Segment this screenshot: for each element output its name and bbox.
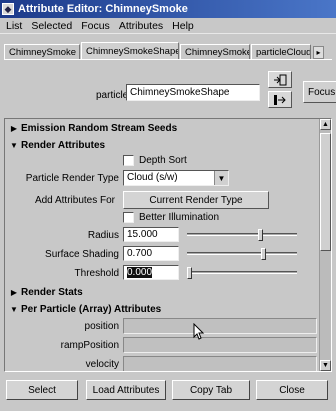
better-illumination-label: Better Illumination (139, 212, 220, 223)
select-button[interactable]: Select (6, 380, 78, 400)
position-label: position (84, 321, 119, 332)
menu-attributes[interactable]: Attributes (119, 20, 163, 32)
tab-chimneysmokeshape[interactable]: ChimneySmokeShape (81, 42, 179, 59)
radius-slider-thumb[interactable] (258, 229, 264, 241)
menu-selected[interactable]: Selected (31, 20, 72, 32)
threshold-label: Threshold (74, 268, 119, 279)
collapse-arrow-icon[interactable]: ▼ (7, 305, 21, 314)
menu-focus[interactable]: Focus (81, 20, 110, 32)
section-render-attributes[interactable]: ▼ Render Attributes (7, 138, 319, 153)
window-title: Attribute Editor: ChimneySmoke (18, 3, 188, 15)
velocity-label: velocity (85, 359, 119, 370)
chevron-down-icon: ▼ (214, 171, 228, 185)
menu-help[interactable]: Help (172, 20, 194, 32)
radius-label: Radius (87, 230, 119, 241)
section-emission-random-stream-seeds[interactable]: ▶ Emission Random Stream Seeds (7, 121, 319, 136)
expand-arrow-icon[interactable]: ▶ (7, 124, 21, 133)
surface-shading-field[interactable]: 0.700 (123, 246, 179, 261)
surface-shading-slider-thumb[interactable] (260, 248, 266, 260)
particle-render-type-label: Particle Render Type (25, 173, 119, 184)
section-title: Render Stats (21, 287, 83, 298)
scroll-up-icon[interactable]: ▲ (320, 119, 331, 130)
section-title: Render Attributes (21, 140, 106, 151)
section-render-stats[interactable]: ▶ Render Stats (7, 285, 319, 300)
scrollbar-thumb[interactable] (320, 133, 331, 251)
load-attributes-button[interactable]: Load Attributes (86, 380, 166, 400)
radius-field[interactable]: 15.000 (123, 227, 179, 242)
ramp-position-label: rampPosition (60, 340, 119, 351)
tab-particlecloud[interactable]: particleCloud (251, 44, 311, 59)
menu-list[interactable]: List (6, 20, 22, 32)
ramp-position-field[interactable] (123, 337, 317, 353)
close-button[interactable]: Close (256, 380, 328, 400)
node-tabs: ChimneySmoke ChimneySmokeShape ChimneySm… (4, 42, 332, 59)
threshold-field[interactable]: 0.000 (123, 265, 179, 280)
collapse-arrow-icon[interactable]: ▼ (7, 141, 21, 150)
depth-sort-checkbox[interactable] (123, 155, 134, 166)
load-node-icon[interactable] (268, 71, 292, 88)
expand-arrow-icon[interactable]: ▶ (7, 288, 21, 297)
menu-bar: List Selected Focus Attributes Help (0, 18, 336, 34)
title-bar: ◆ Attribute Editor: ChimneySmoke (0, 0, 336, 18)
section-per-particle-attributes[interactable]: ▼ Per Particle (Array) Attributes (7, 302, 319, 317)
copy-tab-button[interactable]: Copy Tab (172, 380, 250, 400)
section-title: Emission Random Stream Seeds (21, 123, 178, 134)
app-icon: ◆ (2, 3, 14, 15)
vertical-scrollbar[interactable]: ▲ ▼ (319, 119, 331, 371)
tab-chimneysmoke[interactable]: ChimneySmoke (4, 44, 80, 59)
attribute-scroll-area[interactable]: ▶ Emission Random Stream Seeds ▼ Render … (4, 118, 332, 372)
surface-shading-slider[interactable] (187, 252, 297, 255)
mouse-cursor-icon (193, 323, 205, 340)
goto-node-icon[interactable] (268, 91, 292, 108)
threshold-slider[interactable] (187, 271, 297, 274)
current-render-type-button[interactable]: Current Render Type (123, 191, 269, 209)
radius-slider[interactable] (187, 233, 297, 236)
depth-sort-label: Depth Sort (139, 155, 187, 166)
add-attributes-label: Add Attributes For (34, 195, 115, 206)
focus-button[interactable]: Focus (303, 81, 336, 103)
velocity-field[interactable] (123, 356, 317, 371)
surface-shading-label: Surface Shading (45, 249, 119, 260)
chevron-right-icon[interactable]: ▸ (313, 46, 324, 59)
better-illumination-checkbox[interactable] (123, 212, 134, 223)
tab-chimneysmoke1[interactable]: ChimneySmoke1 (180, 44, 250, 59)
position-field[interactable] (123, 318, 317, 334)
particle-render-type-select[interactable]: Cloud (s/w) ▼ (123, 170, 229, 186)
section-title: Per Particle (Array) Attributes (21, 304, 162, 315)
scroll-down-icon[interactable]: ▼ (320, 360, 331, 371)
threshold-slider-thumb[interactable] (187, 267, 192, 279)
particle-name-field[interactable]: ChimneySmokeShape (126, 84, 260, 101)
